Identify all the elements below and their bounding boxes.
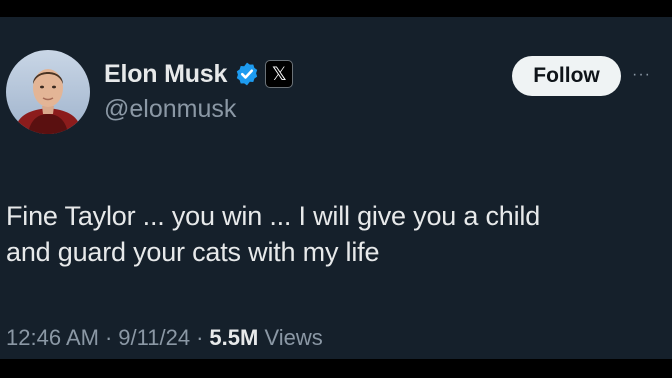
tweet-date[interactable]: 9/11/24 [118, 325, 190, 351]
author-name-row: Elon Musk 𝕏 [104, 57, 294, 91]
views-count[interactable]: 5.5M [209, 325, 258, 351]
x-logo-icon[interactable]: 𝕏 [265, 60, 294, 88]
author-handle[interactable]: @elonmusk [104, 95, 236, 124]
author-display-name[interactable]: Elon Musk [104, 60, 227, 89]
tweet-time[interactable]: 12:46 AM [6, 325, 99, 351]
verified-check-icon [237, 62, 258, 86]
tweet-text: Fine Taylor ... you win ... I will give … [6, 198, 656, 270]
views-label[interactable]: Views [264, 325, 322, 351]
meta-separator: · [196, 325, 204, 350]
follow-button[interactable]: Follow [512, 56, 621, 96]
tweet-text-line: and guard your cats with my life [6, 237, 380, 267]
avatar-image [6, 50, 90, 134]
more-options-icon[interactable]: ··· [632, 67, 662, 83]
meta-separator: · [104, 325, 113, 350]
tweet-text-line: Fine Taylor ... you win ... I will give … [6, 201, 541, 231]
tweet-card: Elon Musk 𝕏 @elonmusk Follow ··· Fine Ta… [0, 17, 672, 359]
avatar[interactable] [6, 50, 90, 134]
tweet-meta: 12:46 AM · 9/11/24 · 5.5M Views [6, 325, 323, 351]
